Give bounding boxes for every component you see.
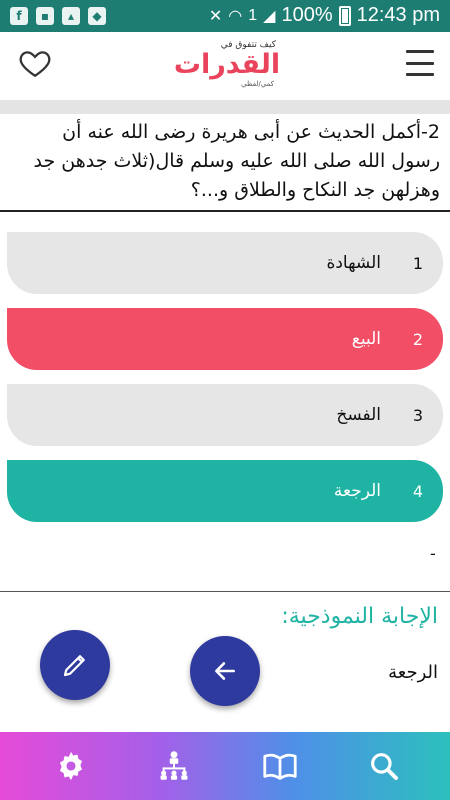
logo-title: القدرات xyxy=(173,49,281,80)
back-button[interactable] xyxy=(190,636,260,706)
header-shadow xyxy=(0,100,450,114)
option-label: الفسخ xyxy=(336,405,381,425)
option-2[interactable]: البيع 2 xyxy=(7,308,443,370)
logo-subtitle: كمي/لفظي xyxy=(241,80,274,88)
question-text: 2-أكمل الحديث عن أبى هريرة رضى الله عنه … xyxy=(33,121,440,201)
bottom-nav xyxy=(0,732,450,800)
shield-icon: ◆ xyxy=(88,7,106,25)
battery-icon xyxy=(338,5,351,26)
book-icon[interactable] xyxy=(262,748,298,784)
hamburger-icon[interactable] xyxy=(406,50,434,76)
explanation-placeholder: - xyxy=(430,544,436,563)
clock: 12:43 pm xyxy=(356,4,440,26)
pencil-icon xyxy=(63,655,85,677)
settings-icon[interactable] xyxy=(53,748,89,784)
heart-icon[interactable] xyxy=(18,46,52,80)
hierarchy-icon[interactable] xyxy=(156,748,192,784)
model-answer-title: الإجابة النموذجية: xyxy=(281,604,438,629)
sim-badge: 1 xyxy=(248,6,258,24)
status-bar: f ▪ ▴ ◆ ✕ ◠ 1 ◢ 100% 12:43 pm xyxy=(0,0,450,32)
edit-button[interactable] xyxy=(40,630,110,700)
status-right: ✕ ◠ 1 ◢ 100% 12:43 pm xyxy=(209,4,440,27)
notification-icons: f ▪ ▴ ◆ xyxy=(10,7,106,25)
image-icon: ▪ xyxy=(36,7,54,25)
option-number: 3 xyxy=(412,405,423,425)
facebook-icon: f xyxy=(10,7,28,25)
option-1[interactable]: الشهادة 1 xyxy=(7,232,443,294)
arrow-left-icon xyxy=(215,662,235,680)
option-3[interactable]: الفسخ 3 xyxy=(7,384,443,446)
battery-percent: 100% xyxy=(281,4,333,26)
model-answer-text: الرجعة xyxy=(388,662,438,683)
option-4[interactable]: الرجعة 4 xyxy=(7,460,443,522)
gallery-icon: ▴ xyxy=(62,7,80,25)
search-icon[interactable] xyxy=(366,748,402,784)
option-number: 1 xyxy=(412,253,423,273)
option-number: 2 xyxy=(412,329,423,349)
signal-icon: ◢ xyxy=(263,7,276,25)
wifi-icon: ◠ xyxy=(228,7,243,25)
app-logo: كيف تتفوق في القدرات كمي/لفظي xyxy=(168,40,286,92)
app-bar: كيف تتفوق في القدرات كمي/لفظي xyxy=(0,32,450,100)
option-label: الرجعة xyxy=(333,481,381,501)
divider xyxy=(0,210,450,212)
option-label: البيع xyxy=(351,329,381,349)
option-label: الشهادة xyxy=(326,253,381,273)
mute-icon: ✕ xyxy=(208,7,223,25)
divider xyxy=(0,591,450,592)
option-number: 4 xyxy=(412,481,423,501)
